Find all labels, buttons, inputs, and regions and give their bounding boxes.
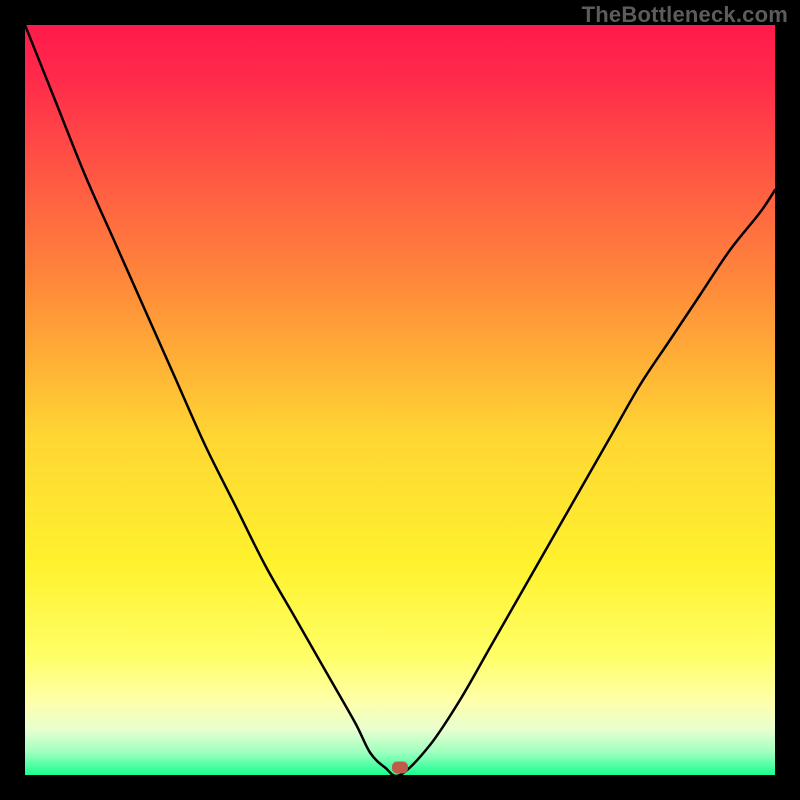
plot-background	[25, 25, 775, 775]
chart-frame: TheBottleneck.com	[0, 0, 800, 800]
bottleneck-chart	[0, 0, 800, 800]
optimum-marker	[392, 762, 408, 774]
watermark-label: TheBottleneck.com	[582, 2, 788, 28]
